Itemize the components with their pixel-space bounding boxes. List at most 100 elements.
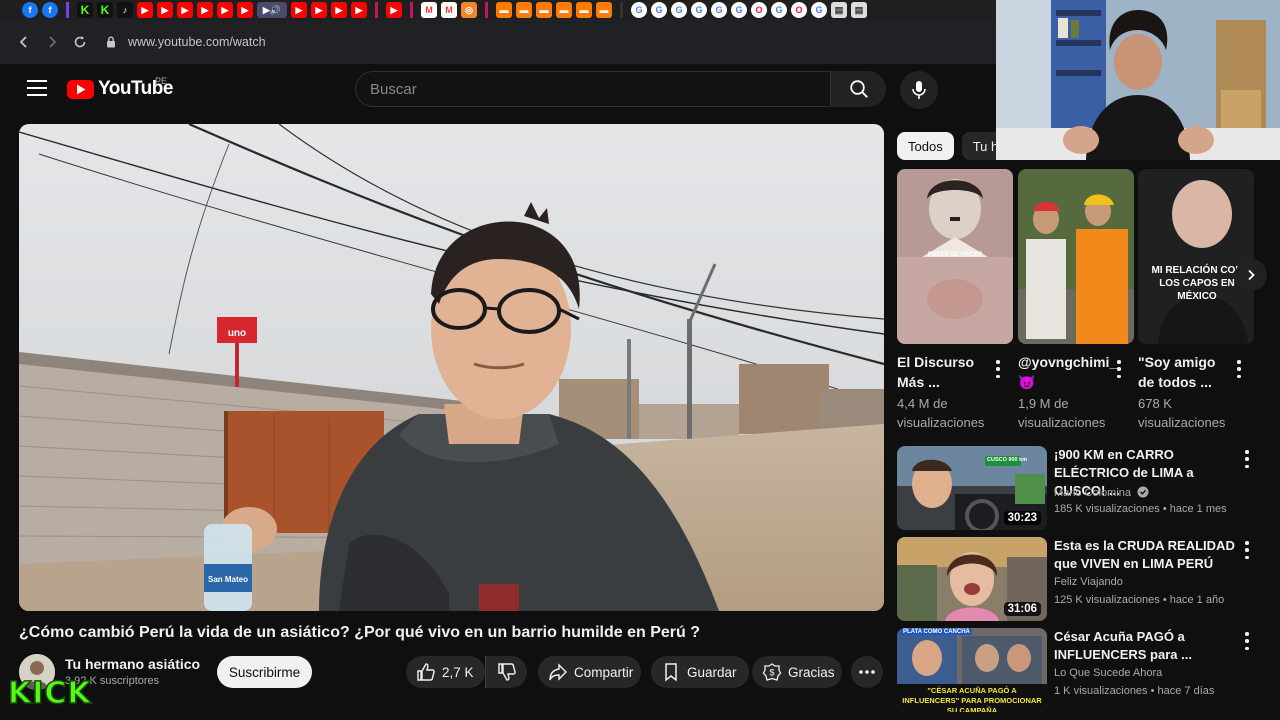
bookmark-icon [665,663,677,682]
short-caption: PODER DE HACER [927,252,983,258]
more-vertical-icon[interactable] [1232,360,1246,378]
svg-text:$: $ [769,668,774,678]
orange-tab-icon[interactable]: ▬ [536,2,552,18]
google-tab-icon[interactable]: G [631,2,647,18]
recommended-meta: 125 K visualizaciones • hace 1 año [1054,594,1225,606]
opera-tab-icon[interactable]: O [751,2,767,18]
search-button[interactable] [831,71,886,107]
recommended-channel[interactable]: Feliz Viajando [1054,576,1123,588]
opera-tab-icon[interactable]: O [791,2,807,18]
recommended-channel[interactable]: Lo Que Sucede Ahora [1054,667,1162,679]
save-button[interactable]: Guardar [651,656,749,688]
voice-search-button[interactable] [900,71,938,109]
active-audio-tab-icon[interactable]: ▶🔊 [257,2,287,18]
recommended-video[interactable]: 31:06 Esta es la CRUDA REALIDAD que VIVE… [897,537,1267,623]
recommended-video[interactable]: CUSCO 900 km 30:23 ¡900 KM en CARRO ELÉC… [897,446,1267,532]
share-button[interactable]: Compartir [538,656,641,688]
more-vertical-icon[interactable] [1112,360,1126,378]
reload-icon[interactable] [66,28,94,56]
back-arrow-icon[interactable] [10,28,38,56]
video-player[interactable]: uno San Mateo [19,124,884,611]
youtube-tab-icon[interactable]: ▶ [311,2,327,18]
country-code: PE [155,76,168,86]
short-card[interactable]: @yovngchimi_ 😈 1,9 M de visualizaciones [1018,169,1134,432]
google-tab-icon[interactable]: G [671,2,687,18]
short-views: 678 K visualizaciones [1138,396,1226,430]
recommended-video[interactable]: PLATA COMO CANCHA "CÉSAR ACUÑA PAGÓ A IN… [897,628,1267,714]
youtube-tab-icon[interactable]: ▶ [197,2,213,18]
gmail-tab-icon[interactable]: M [421,2,437,18]
tab-group-divider [485,2,488,18]
more-vertical-icon[interactable] [1240,541,1254,559]
like-button[interactable]: 2,7 K [406,656,485,688]
short-card[interactable]: MI RELACIÓN CON LOS CAPOS EN MÉXICO "Soy… [1138,169,1254,432]
search-icon [849,80,868,98]
google-tab-icon[interactable]: G [711,2,727,18]
chevron-right-icon [1248,269,1255,281]
youtube-tab-icon[interactable]: ▶ [237,2,253,18]
orange-tab-icon[interactable]: ▬ [596,2,612,18]
tab-group-divider [620,2,623,18]
facebook-tab-icon[interactable]: f [22,2,38,18]
youtube-play-icon [67,79,94,99]
thanks-label: Gracias [788,664,835,680]
kick-tab-icon[interactable]: K [77,2,93,18]
google-tab-icon[interactable]: G [651,2,667,18]
youtube-tab-icon[interactable]: ▶ [137,2,153,18]
google-tab-icon[interactable]: G [771,2,787,18]
short-card[interactable]: PODER DE HACER El Discurso Más ... 4,4 M… [897,169,1013,432]
dislike-button[interactable] [485,656,527,688]
more-vertical-icon[interactable] [1240,632,1254,650]
youtube-tab-icon[interactable]: ▶ [157,2,173,18]
forward-arrow-icon[interactable] [38,28,66,56]
video-duration: 30:23 [1003,511,1041,525]
short-title: @yovngchimi_ 😈 [1018,354,1118,390]
recommended-title: César Acuña PAGÓ a INFLUENCERS para ... [1054,629,1192,662]
recommended-title: Esta es la CRUDA REALIDAD que VIVEN en L… [1054,538,1235,571]
more-actions-button[interactable] [851,656,883,688]
youtube-tab-icon[interactable]: ▶ [386,2,402,18]
channel-name: Mario Colomina [1054,487,1132,499]
youtube-tab-icon[interactable]: ▶ [351,2,367,18]
orange-tab-icon[interactable]: ▬ [556,2,572,18]
youtube-tab-icon[interactable]: ▶ [217,2,233,18]
save-label: Guardar [687,664,737,680]
youtube-tab-icon[interactable]: ▶ [291,2,307,18]
youtube-tab-icon[interactable]: ▶ [177,2,193,18]
tab-group-divider [410,2,413,18]
channel-name[interactable]: Tu hermano asiático [65,656,200,672]
bottle-label: San Mateo [208,575,248,584]
youtube-logo[interactable]: YouTube PE [67,76,173,100]
webcam-overlay [996,0,1280,160]
orange-tab-icon[interactable]: ▬ [496,2,512,18]
facebook-tab-icon[interactable]: f [42,2,58,18]
document-tab-icon[interactable]: ▤ [831,2,847,18]
video-thumbnail: CUSCO 900 km 30:23 [897,446,1047,530]
screen: f f K K ♪ ▶ ▶ ▶ ▶ ▶ ▶ ▶🔊 ▶ ▶ ▶ ▶ ▶ M M ◎… [0,0,1280,720]
tiktok-tab-icon[interactable]: ♪ [117,2,133,18]
chip-all[interactable]: Todos [897,132,954,160]
youtube-tab-icon[interactable]: ▶ [331,2,347,18]
search-input[interactable] [356,72,830,106]
google-tab-icon[interactable]: G [811,2,827,18]
super-thanks-icon: $ [762,663,782,681]
app-tab-icon[interactable]: ◎ [461,2,477,18]
google-tab-icon[interactable]: G [731,2,747,18]
recommended-channel[interactable]: Mario Colomina [1054,486,1149,499]
orange-tab-icon[interactable]: ▬ [516,2,532,18]
shorts-next-button[interactable] [1235,259,1267,291]
kick-tab-icon[interactable]: K [97,2,113,18]
document-tab-icon[interactable]: ▤ [851,2,867,18]
thanks-button[interactable]: $ Gracias [752,656,842,688]
gmail-tab-icon[interactable]: M [441,2,457,18]
url-field[interactable]: www.youtube.com/watch [106,35,266,49]
more-vertical-icon[interactable] [1240,450,1254,468]
google-tab-icon[interactable]: G [691,2,707,18]
more-vertical-icon[interactable] [991,360,1005,378]
thumb-caption: CUSCO 900 km [987,457,1028,463]
short-views: 4,4 M de visualizaciones [897,396,985,430]
video-title: ¿Cómo cambió Perú la vida de un asiático… [19,624,701,641]
subscribe-button[interactable]: Suscribirme [217,656,312,688]
orange-tab-icon[interactable]: ▬ [576,2,592,18]
menu-icon[interactable] [27,80,47,96]
